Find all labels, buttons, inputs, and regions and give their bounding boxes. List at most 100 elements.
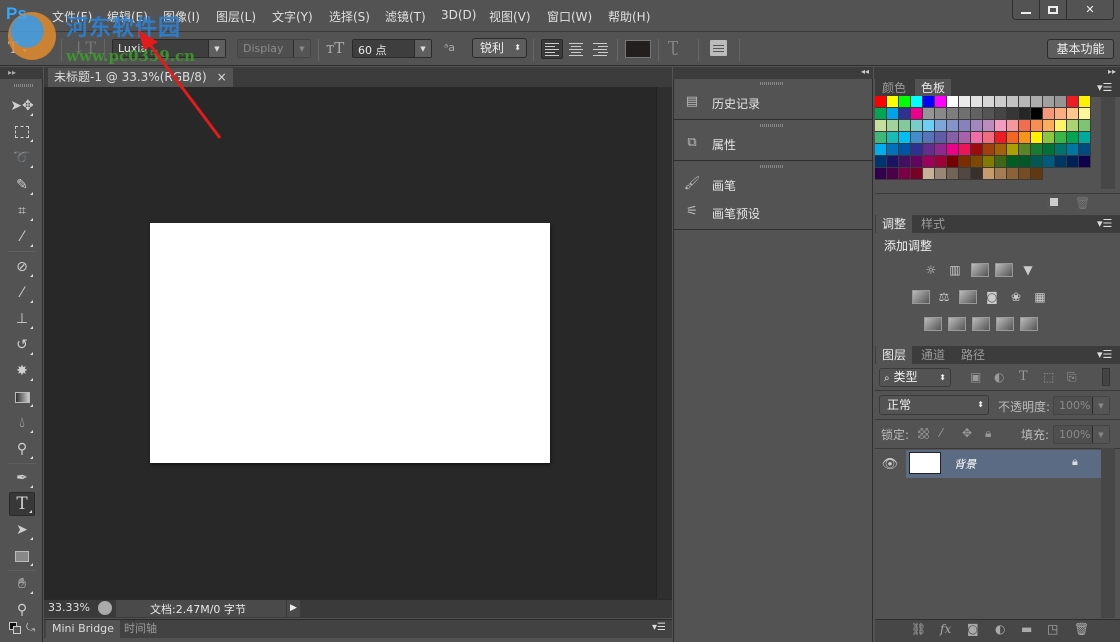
curves-icon[interactable] xyxy=(971,263,989,277)
delete-layer-icon[interactable]: 🗑︎ xyxy=(1074,622,1089,636)
crop-tool[interactable]: ⌗ xyxy=(9,199,35,223)
filter-type-icon[interactable]: T xyxy=(1019,369,1028,384)
menu-select[interactable]: 选择(S) xyxy=(329,8,370,25)
color-swatch[interactable] xyxy=(887,144,899,156)
color-swatch[interactable] xyxy=(1007,168,1019,180)
color-swatch[interactable] xyxy=(1067,96,1079,108)
zoom-level-field[interactable]: 33.33% xyxy=(48,601,90,614)
invert-icon[interactable] xyxy=(924,317,942,331)
color-swatch[interactable] xyxy=(923,156,935,168)
color-swatch[interactable] xyxy=(887,156,899,168)
color-lookup-icon[interactable]: ▦ xyxy=(1031,290,1049,304)
opacity-field[interactable]: 100% ▼ xyxy=(1053,396,1110,415)
color-swatch[interactable] xyxy=(911,156,923,168)
levels-icon[interactable]: ▥ xyxy=(946,263,964,277)
color-swatch[interactable] xyxy=(923,132,935,144)
eyedropper-tool[interactable]: ⁄ xyxy=(9,225,35,249)
color-swatch[interactable] xyxy=(995,96,1007,108)
color-swatch[interactable] xyxy=(1079,144,1091,156)
color-swatch[interactable] xyxy=(959,132,971,144)
color-swatch[interactable] xyxy=(1019,132,1031,144)
filter-toggle-switch[interactable] xyxy=(1102,368,1110,386)
color-swatch[interactable] xyxy=(1031,108,1043,120)
align-left-button[interactable] xyxy=(541,39,563,59)
color-swatch[interactable] xyxy=(1055,156,1067,168)
default-colors-button[interactable] xyxy=(9,622,21,634)
color-swatch[interactable] xyxy=(1043,120,1055,132)
menu-window[interactable]: 窗口(W) xyxy=(547,8,592,25)
color-swatch[interactable] xyxy=(1007,132,1019,144)
color-swatch[interactable] xyxy=(1043,156,1055,168)
lasso-tool[interactable]: ➰ xyxy=(9,146,35,170)
color-swatch[interactable] xyxy=(875,144,887,156)
color-swatch[interactable] xyxy=(923,168,935,180)
text-color-swatch[interactable] xyxy=(625,40,651,58)
minimize-button[interactable] xyxy=(1013,0,1040,19)
panel-history-button[interactable]: ▤ 历史记录 xyxy=(682,92,760,114)
exposure-icon[interactable] xyxy=(995,263,1013,277)
color-swatch[interactable] xyxy=(875,132,887,144)
color-swatch[interactable] xyxy=(887,168,899,180)
color-swatch[interactable] xyxy=(995,120,1007,132)
channel-mixer-icon[interactable]: ❀ xyxy=(1007,290,1025,304)
color-swatch[interactable] xyxy=(1067,156,1079,168)
color-swatch[interactable] xyxy=(983,132,995,144)
color-swatch[interactable] xyxy=(983,144,995,156)
color-swatch[interactable] xyxy=(911,168,923,180)
move-tool[interactable]: ➤✥ xyxy=(9,94,35,118)
color-swatch[interactable] xyxy=(887,120,899,132)
color-swatch[interactable] xyxy=(1067,132,1079,144)
gradient-tool[interactable] xyxy=(9,385,35,409)
color-swatch[interactable] xyxy=(887,132,899,144)
filter-smart-object-icon[interactable]: ⎘ xyxy=(1067,370,1077,385)
color-swatch[interactable] xyxy=(875,168,887,180)
color-swatch[interactable] xyxy=(923,120,935,132)
brightness-contrast-icon[interactable]: ☼ xyxy=(922,263,940,277)
brush-tool[interactable]: ⁄ xyxy=(9,281,35,305)
filter-shape-icon[interactable]: ⬚ xyxy=(1043,370,1054,384)
color-swatch[interactable] xyxy=(911,132,923,144)
expand-icon[interactable]: ▸▸ xyxy=(1108,67,1116,76)
color-swatch[interactable] xyxy=(899,144,911,156)
color-swatch[interactable] xyxy=(899,132,911,144)
color-swatch[interactable] xyxy=(947,144,959,156)
panel-grip[interactable] xyxy=(760,165,784,168)
tab-color[interactable]: 颜色 xyxy=(876,79,912,97)
eraser-tool[interactable]: ✸ xyxy=(9,359,35,383)
color-swatch[interactable] xyxy=(995,132,1007,144)
color-swatch[interactable] xyxy=(923,108,935,120)
color-swatch[interactable] xyxy=(911,108,923,120)
delete-swatch-button[interactable]: 🗑︎ xyxy=(1075,196,1090,210)
color-swatch[interactable] xyxy=(995,156,1007,168)
color-swatch[interactable] xyxy=(887,96,899,108)
status-icon[interactable] xyxy=(98,601,112,615)
menu-help[interactable]: 帮助(H) xyxy=(608,8,650,25)
marquee-tool[interactable] xyxy=(9,120,35,144)
color-swatch[interactable] xyxy=(1019,120,1031,132)
anti-alias-select[interactable]: 锐利 ⬍ xyxy=(472,38,527,58)
adjustments-menu-icon[interactable]: ▾☰ xyxy=(1097,217,1112,230)
color-swatch[interactable] xyxy=(899,120,911,132)
history-brush-tool[interactable]: ↺ xyxy=(9,333,35,357)
color-swatch[interactable] xyxy=(1019,96,1031,108)
color-swatch[interactable] xyxy=(1019,156,1031,168)
color-swatch[interactable] xyxy=(899,168,911,180)
layers-menu-icon[interactable]: ▾☰ xyxy=(1097,348,1112,361)
new-layer-icon[interactable]: ◳ xyxy=(1047,622,1058,636)
tools-panel-header[interactable]: ▸▸ xyxy=(0,67,43,79)
color-swatch[interactable] xyxy=(971,120,983,132)
color-swatch[interactable] xyxy=(959,120,971,132)
color-swatch[interactable] xyxy=(959,108,971,120)
maximize-button[interactable] xyxy=(1040,0,1067,19)
tab-timeline[interactable]: 时间轴 xyxy=(118,620,163,638)
tab-paths[interactable]: 路径 xyxy=(955,346,991,364)
color-swatch[interactable] xyxy=(995,144,1007,156)
bottom-panel-menu-icon[interactable]: ▾☰ xyxy=(652,622,666,633)
blur-tool[interactable]: 💧︎ xyxy=(9,411,35,435)
dodge-tool[interactable]: ⚲ xyxy=(9,437,35,461)
path-selection-tool[interactable]: ➤ xyxy=(9,518,35,542)
color-swatch[interactable] xyxy=(983,168,995,180)
color-swatch[interactable] xyxy=(1019,108,1031,120)
color-swatch[interactable] xyxy=(947,156,959,168)
color-swatch[interactable] xyxy=(1043,144,1055,156)
